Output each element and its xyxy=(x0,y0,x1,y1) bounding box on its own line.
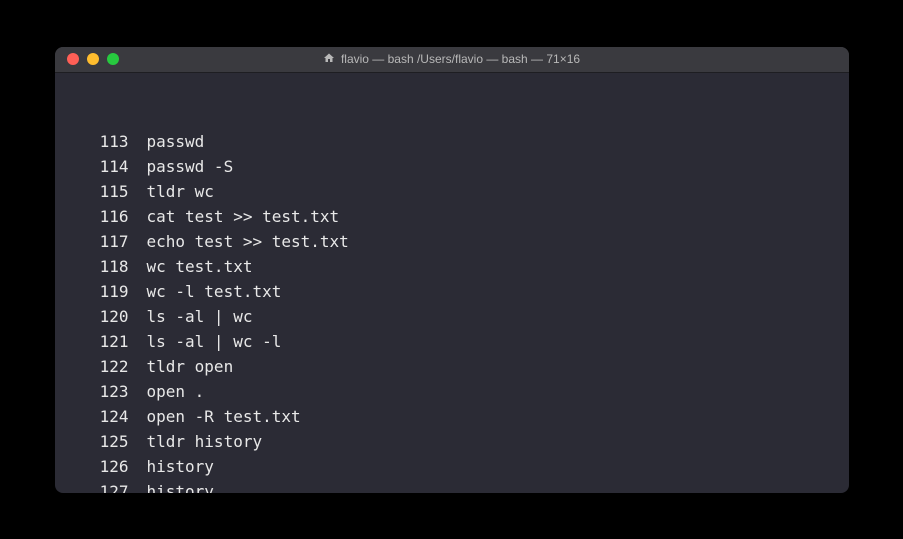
close-icon[interactable] xyxy=(67,53,79,65)
history-output: 113passwd114passwd -S115tldr wc116cat te… xyxy=(65,129,839,493)
history-command: history xyxy=(129,479,214,493)
history-line: 126history xyxy=(65,454,839,479)
history-command: tldr open xyxy=(129,354,234,379)
history-command: passwd xyxy=(129,129,205,154)
history-line: 113passwd xyxy=(65,129,839,154)
traffic-lights xyxy=(55,53,119,65)
history-command: history xyxy=(129,454,214,479)
history-command: tldr history xyxy=(129,429,263,454)
minimize-icon[interactable] xyxy=(87,53,99,65)
history-number: 113 xyxy=(65,129,129,154)
history-line: 120ls -al | wc xyxy=(65,304,839,329)
history-line: 115tldr wc xyxy=(65,179,839,204)
terminal-window: flavio — bash /Users/flavio — bash — 71×… xyxy=(55,47,849,493)
history-number: 116 xyxy=(65,204,129,229)
history-line: 123open . xyxy=(65,379,839,404)
history-number: 120 xyxy=(65,304,129,329)
history-number: 115 xyxy=(65,179,129,204)
history-number: 122 xyxy=(65,354,129,379)
history-line: 119wc -l test.txt xyxy=(65,279,839,304)
history-number: 123 xyxy=(65,379,129,404)
history-command: wc test.txt xyxy=(129,254,253,279)
history-number: 117 xyxy=(65,229,129,254)
history-command: open . xyxy=(129,379,205,404)
history-number: 114 xyxy=(65,154,129,179)
history-number: 118 xyxy=(65,254,129,279)
history-number: 121 xyxy=(65,329,129,354)
history-command: ls -al | wc xyxy=(129,304,253,329)
history-line: 124open -R test.txt xyxy=(65,404,839,429)
window-title: flavio — bash /Users/flavio — bash — 71×… xyxy=(55,52,849,67)
history-command: wc -l test.txt xyxy=(129,279,282,304)
history-command: cat test >> test.txt xyxy=(129,204,340,229)
home-icon xyxy=(323,52,335,67)
history-command: ls -al | wc -l xyxy=(129,329,282,354)
history-line: 114passwd -S xyxy=(65,154,839,179)
history-line: 125tldr history xyxy=(65,429,839,454)
history-line: 116cat test >> test.txt xyxy=(65,204,839,229)
history-line: 127history xyxy=(65,479,839,493)
history-number: 126 xyxy=(65,454,129,479)
history-command: tldr wc xyxy=(129,179,214,204)
window-title-text: flavio — bash /Users/flavio — bash — 71×… xyxy=(341,52,580,66)
history-command: echo test >> test.txt xyxy=(129,229,349,254)
history-line: 121ls -al | wc -l xyxy=(65,329,839,354)
history-number: 124 xyxy=(65,404,129,429)
history-line: 117echo test >> test.txt xyxy=(65,229,839,254)
titlebar: flavio — bash /Users/flavio — bash — 71×… xyxy=(55,47,849,73)
history-number: 125 xyxy=(65,429,129,454)
history-command: open -R test.txt xyxy=(129,404,301,429)
maximize-icon[interactable] xyxy=(107,53,119,65)
history-line: 122tldr open xyxy=(65,354,839,379)
history-line: 118wc test.txt xyxy=(65,254,839,279)
history-number: 119 xyxy=(65,279,129,304)
history-number: 127 xyxy=(65,479,129,493)
terminal-body[interactable]: 113passwd114passwd -S115tldr wc116cat te… xyxy=(55,73,849,493)
history-command: passwd -S xyxy=(129,154,234,179)
